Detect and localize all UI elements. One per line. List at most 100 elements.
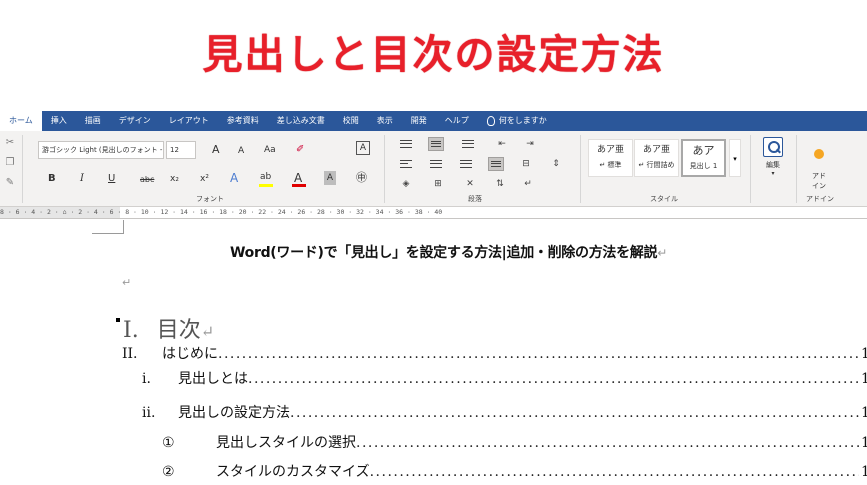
title-banner: 見出しと目次の設定方法 (0, 0, 867, 108)
align-right-icon[interactable] (458, 157, 474, 171)
addin-button[interactable]: アド イン (804, 137, 834, 199)
tab-layout[interactable]: レイアウト (160, 111, 218, 131)
horizontal-ruler[interactable]: 8 · 6 · 4 · 2 · ⌂ · 2 · 4 · 6 · 8 · 10 ·… (0, 207, 867, 219)
paragraph-group-label: 段落 (468, 195, 482, 203)
toc-entry-page: 1 (861, 464, 867, 480)
strikethrough-button[interactable]: abc (140, 173, 154, 187)
style-name: ↵ 行間詰め (638, 161, 675, 169)
tab-view[interactable]: 表示 (368, 111, 402, 131)
font-group-label: フォント (196, 195, 224, 203)
show-marks-icon[interactable]: ↵ (520, 177, 536, 191)
toc-leader-dots: ........................................… (218, 346, 859, 362)
toc-entry-page: 1 (861, 405, 867, 421)
bullet-marker (116, 318, 120, 322)
group-divider (384, 135, 385, 203)
toc-leader-dots: ........................................… (369, 464, 859, 480)
addin-group-label: アドイン (806, 195, 834, 203)
toc-entry[interactable]: ii. 見出しの設定方法 ...........................… (142, 402, 867, 422)
toc-entry[interactable]: ② スタイルのカスタマイズ ..........................… (162, 461, 867, 481)
ribbon-tab-bar: ホーム 挿入 描画 デザイン レイアウト 参考資料 差し込み文書 校閲 表示 開… (0, 111, 867, 131)
toc-entry-number: II. (122, 346, 138, 362)
toc-entry-page: 1 (861, 371, 867, 387)
tab-design[interactable]: デザイン (110, 111, 160, 131)
sort-icon[interactable]: ⇅ (492, 177, 508, 191)
toc-entry-number: ii. (142, 405, 156, 421)
font-color-icon[interactable]: A (294, 171, 302, 185)
italic-button[interactable]: I (80, 172, 84, 186)
addin-icon (814, 149, 824, 159)
align-left-icon[interactable] (398, 157, 414, 171)
tab-references[interactable]: 参考資料 (218, 111, 268, 131)
tab-draw[interactable]: 描画 (76, 111, 110, 131)
change-case-button[interactable]: Aa (264, 143, 276, 157)
font-size-combo[interactable]: 12 (166, 141, 196, 159)
bold-button[interactable]: B (48, 172, 56, 186)
multilevel-list-icon[interactable] (460, 137, 476, 151)
style-name: 見出し 1 (689, 162, 718, 170)
char-border-icon[interactable]: A (356, 141, 370, 155)
toc-heading[interactable]: I. 目次↵ (116, 312, 214, 344)
tab-insert[interactable]: 挿入 (42, 111, 76, 131)
toc-entry[interactable]: II. はじめに ...............................… (122, 343, 867, 363)
bullets-icon[interactable] (398, 137, 414, 151)
shrink-font-button[interactable]: A (238, 144, 244, 158)
tell-me-search[interactable]: 何をしますか (478, 111, 556, 131)
styles-group-label: スタイル (650, 195, 678, 203)
tab-developer[interactable]: 開発 (402, 111, 436, 131)
toc-entry-page: 1 (861, 435, 867, 451)
toc-leader-dots: ........................................… (290, 405, 859, 421)
align-center-icon[interactable] (428, 157, 444, 171)
tab-mailings[interactable]: 差し込み文書 (268, 111, 334, 131)
superscript-button[interactable]: x² (200, 172, 209, 186)
toc-entry-text: 見出しスタイルの選択 (216, 435, 356, 451)
style-sample: あア (692, 144, 715, 157)
tab-review[interactable]: 校閲 (334, 111, 368, 131)
format-painter-icon[interactable]: ✎ (4, 177, 16, 189)
copy-icon[interactable]: ❐ (4, 157, 16, 169)
toc-entry[interactable]: i. 見出しとは ...............................… (142, 368, 867, 388)
tell-me-label: 何をしますか (498, 116, 547, 125)
style-heading-1[interactable]: あア 見出し 1 (681, 139, 726, 177)
cut-icon[interactable]: ✂ (4, 137, 16, 149)
heading-text: Word(ワード)で「見出し」を設定する方法|追加・削除の方法を解説 (230, 245, 658, 261)
char-shading-icon[interactable]: A (324, 171, 336, 185)
toc-entry-number: i. (142, 371, 151, 387)
group-divider (22, 135, 23, 203)
style-no-spacing[interactable]: あア亜 ↵ 行間詰め (634, 139, 679, 177)
ribbon-home: ✂ ❐ ✎ 游ゴシック Light (見出しのフォント - 日 12 A A A… (0, 131, 867, 207)
document-page[interactable]: Word(ワード)で「見出し」を設定する方法|追加・削除の方法を解説↵ ↵ I.… (0, 220, 867, 485)
borders-icon[interactable]: ⊞ (430, 177, 446, 191)
text-effects-icon[interactable]: A (230, 171, 238, 185)
shading-icon[interactable]: ◈ (398, 177, 414, 191)
paragraph-mark: ↵ (657, 246, 667, 260)
line-spacing-icon[interactable]: ⇕ (548, 157, 564, 171)
tab-help[interactable]: ヘルプ (436, 111, 478, 131)
enclose-char-icon[interactable]: ㊥ (356, 171, 367, 185)
style-sample: あア亜 (642, 145, 670, 155)
distributed-icon[interactable]: ⊟ (518, 157, 534, 171)
style-normal[interactable]: あア亜 ↵ 標準 (588, 139, 633, 177)
tab-home[interactable]: ホーム (0, 111, 42, 131)
subscript-button[interactable]: x₂ (170, 172, 179, 186)
font-color-bar (292, 184, 306, 187)
toc-entry[interactable]: ① 見出しスタイルの選択 ...........................… (162, 432, 867, 452)
styles-more-icon[interactable]: ▾ (729, 139, 741, 177)
justify-icon[interactable] (488, 157, 504, 171)
clipboard-group: ✂ ❐ ✎ (4, 137, 18, 197)
ruler-ticks: 8 · 6 · 4 · 2 · ⌂ · 2 · 4 · 6 · 8 · 10 ·… (0, 208, 443, 216)
banner-title: 見出しと目次の設定方法 (202, 32, 665, 78)
highlight-icon[interactable]: ab (260, 170, 271, 184)
grow-font-button[interactable]: A (212, 143, 220, 157)
font-name-combo[interactable]: 游ゴシック Light (見出しのフォント - 日 (38, 141, 164, 159)
style-name: ↵ 標準 (599, 161, 622, 169)
toc-entry-number: ② (162, 464, 175, 480)
editing-button[interactable]: 編集 ▾ (758, 137, 788, 177)
increase-indent-icon[interactable]: ⇥ (522, 137, 538, 151)
clear-format-icon[interactable]: ✐ (296, 143, 304, 157)
decrease-indent-icon[interactable]: ⇤ (494, 137, 510, 151)
numbering-icon[interactable] (428, 137, 444, 151)
asian-layout-icon[interactable]: ✕ (462, 177, 478, 191)
empty-paragraph-mark: ↵ (122, 276, 132, 289)
underline-button[interactable]: U (108, 172, 115, 186)
document-heading[interactable]: Word(ワード)で「見出し」を設定する方法|追加・削除の方法を解説↵ (230, 242, 667, 262)
